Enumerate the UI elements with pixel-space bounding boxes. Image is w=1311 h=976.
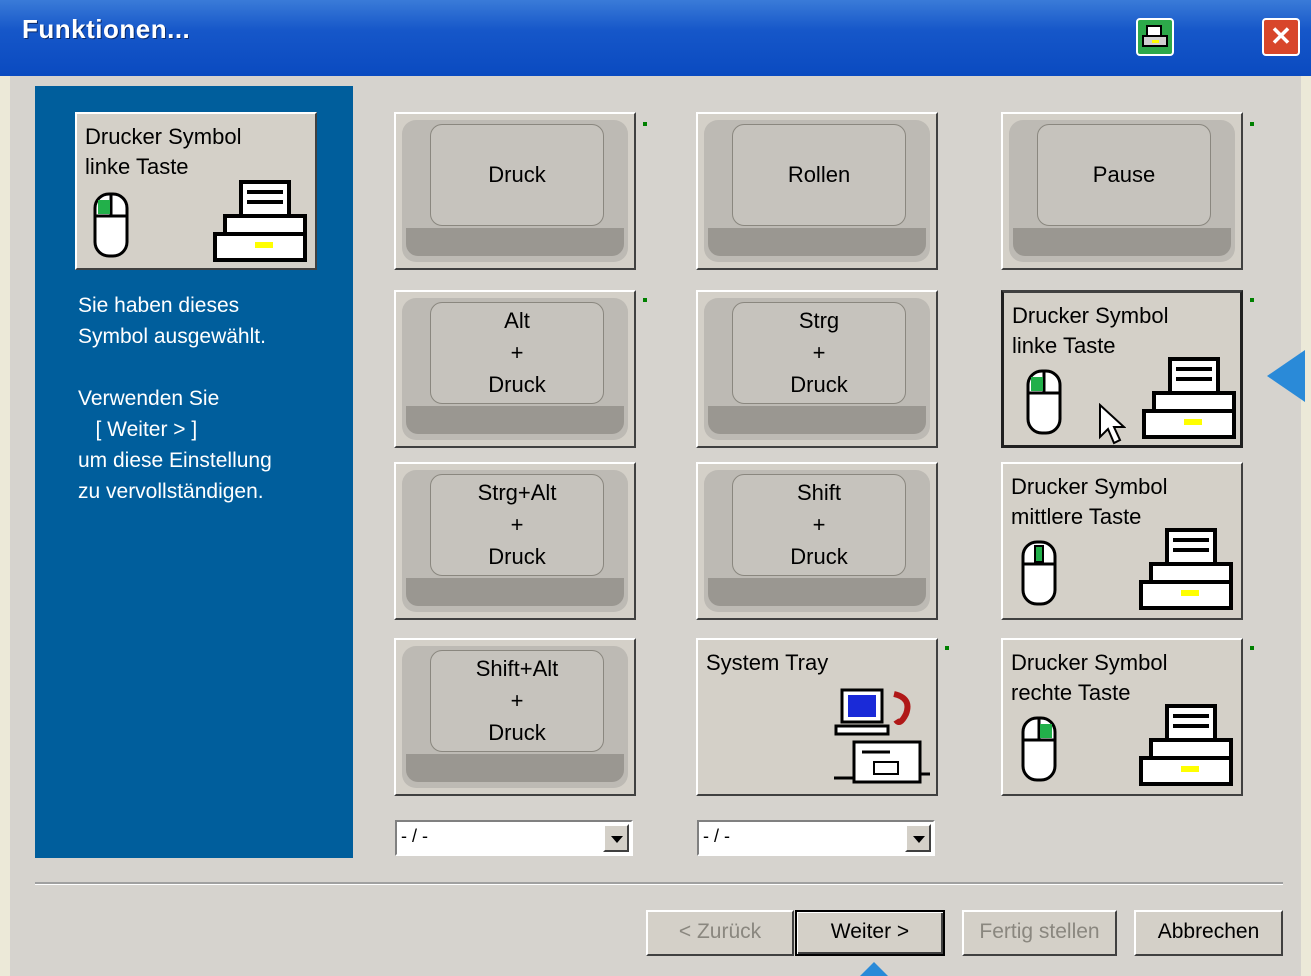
title-bar: Funktionen... ✕ [0,0,1311,76]
info-line: Symbol ausgewählt. [78,325,266,348]
status-dot [1250,646,1254,650]
printer-middle-key-button[interactable]: Drucker Symbol mittlere Taste [1001,462,1243,620]
card-label: System Tray [706,650,829,675]
printer-icon [1139,528,1233,610]
separator [35,882,1283,885]
info-line: Sie haben dieses [78,294,240,317]
left-combo[interactable]: - / - [395,820,633,856]
key-alt-druck-button[interactable]: Alt + Druck [394,290,636,448]
pointer-arrow-icon [1267,350,1305,402]
key-strg-alt-druck-button[interactable]: Strg+Alt + Druck [394,462,636,620]
cancel-button[interactable]: Abbrechen [1134,910,1283,956]
key-label: Druck [790,372,848,397]
mouse-left-icon [1026,369,1062,435]
info-line: [ Weiter > ] [78,418,198,441]
right-combo[interactable]: - / - [697,820,935,856]
computer-icon [834,688,930,784]
key-plus: + [510,340,524,365]
close-button[interactable]: ✕ [1262,18,1300,56]
status-dot [945,646,949,650]
next-button[interactable]: Weiter > [795,910,945,956]
key-label: Alt [504,308,530,333]
printer-icon [1142,357,1236,439]
info-line: Verwenden Sie [78,387,220,410]
key-plus: + [510,688,524,713]
key-shift-druck-button[interactable]: Shift + Druck [696,462,938,620]
card-label-line1: Drucker Symbol [1011,474,1168,499]
key-druck-button[interactable]: Druck [394,112,636,270]
key-plus: + [812,512,826,537]
key-label: Druck [488,162,546,187]
card-label-line1: Drucker Symbol [1012,303,1169,328]
card-label-line1: Drucker Symbol [1011,650,1168,675]
key-label: Rollen [787,162,851,187]
key-label: Shift [796,480,841,505]
info-line [78,352,358,383]
mouse-middle-icon [1021,540,1057,606]
printer-left-key-button[interactable]: Drucker Symbol linke Taste [1001,290,1243,448]
printer-icon [1139,704,1233,786]
chevron-down-icon[interactable] [603,824,629,852]
key-rollen-button[interactable]: Rollen [696,112,938,270]
back-button[interactable]: < Zurück [646,910,794,956]
key-pause-button[interactable]: Pause [1001,112,1243,270]
status-dot [1250,298,1254,302]
window-title: Funktionen... [22,14,191,44]
key-label: Shift+Alt [475,656,559,681]
printer-icon-button[interactable] [1136,18,1174,56]
system-tray-button[interactable]: System Tray [696,638,938,796]
mouse-cursor-icon [1099,403,1126,445]
key-label: Pause [1092,162,1156,187]
preview-label-line2: linke Taste [85,154,189,179]
key-label: Druck [790,544,848,569]
printer-icon [1142,25,1168,47]
mouse-left-icon [93,192,129,258]
status-dot [643,298,647,302]
combo-value: - / - [703,826,730,846]
printer-icon [213,180,307,262]
status-dot [643,122,647,126]
info-text: Sie haben dieses Symbol ausgewählt. Verw… [78,290,358,507]
preview-label-line1: Drucker Symbol [85,124,242,149]
key-label: Druck [488,372,546,397]
chevron-down-icon[interactable] [905,824,931,852]
info-line: zu vervollständigen. [78,480,264,503]
status-dot [1250,122,1254,126]
key-label: Druck [488,720,546,745]
key-shift-alt-druck-button[interactable]: Shift+Alt + Druck [394,638,636,796]
printer-right-key-button[interactable]: Drucker Symbol rechte Taste [1001,638,1243,796]
pointer-arrow-icon [860,962,888,976]
finish-button[interactable]: Fertig stellen [962,910,1117,956]
key-label: Druck [488,544,546,569]
key-label: Strg+Alt [477,480,557,505]
info-line: um diese Einstellung [78,449,272,472]
selected-function-preview: Drucker Symbol linke Taste [75,112,317,270]
mouse-right-icon [1021,716,1057,782]
combo-value: - / - [401,826,428,846]
key-plus: + [510,512,524,537]
key-plus: + [812,340,826,365]
key-strg-druck-button[interactable]: Strg + Druck [696,290,938,448]
key-label: Strg [798,308,840,333]
